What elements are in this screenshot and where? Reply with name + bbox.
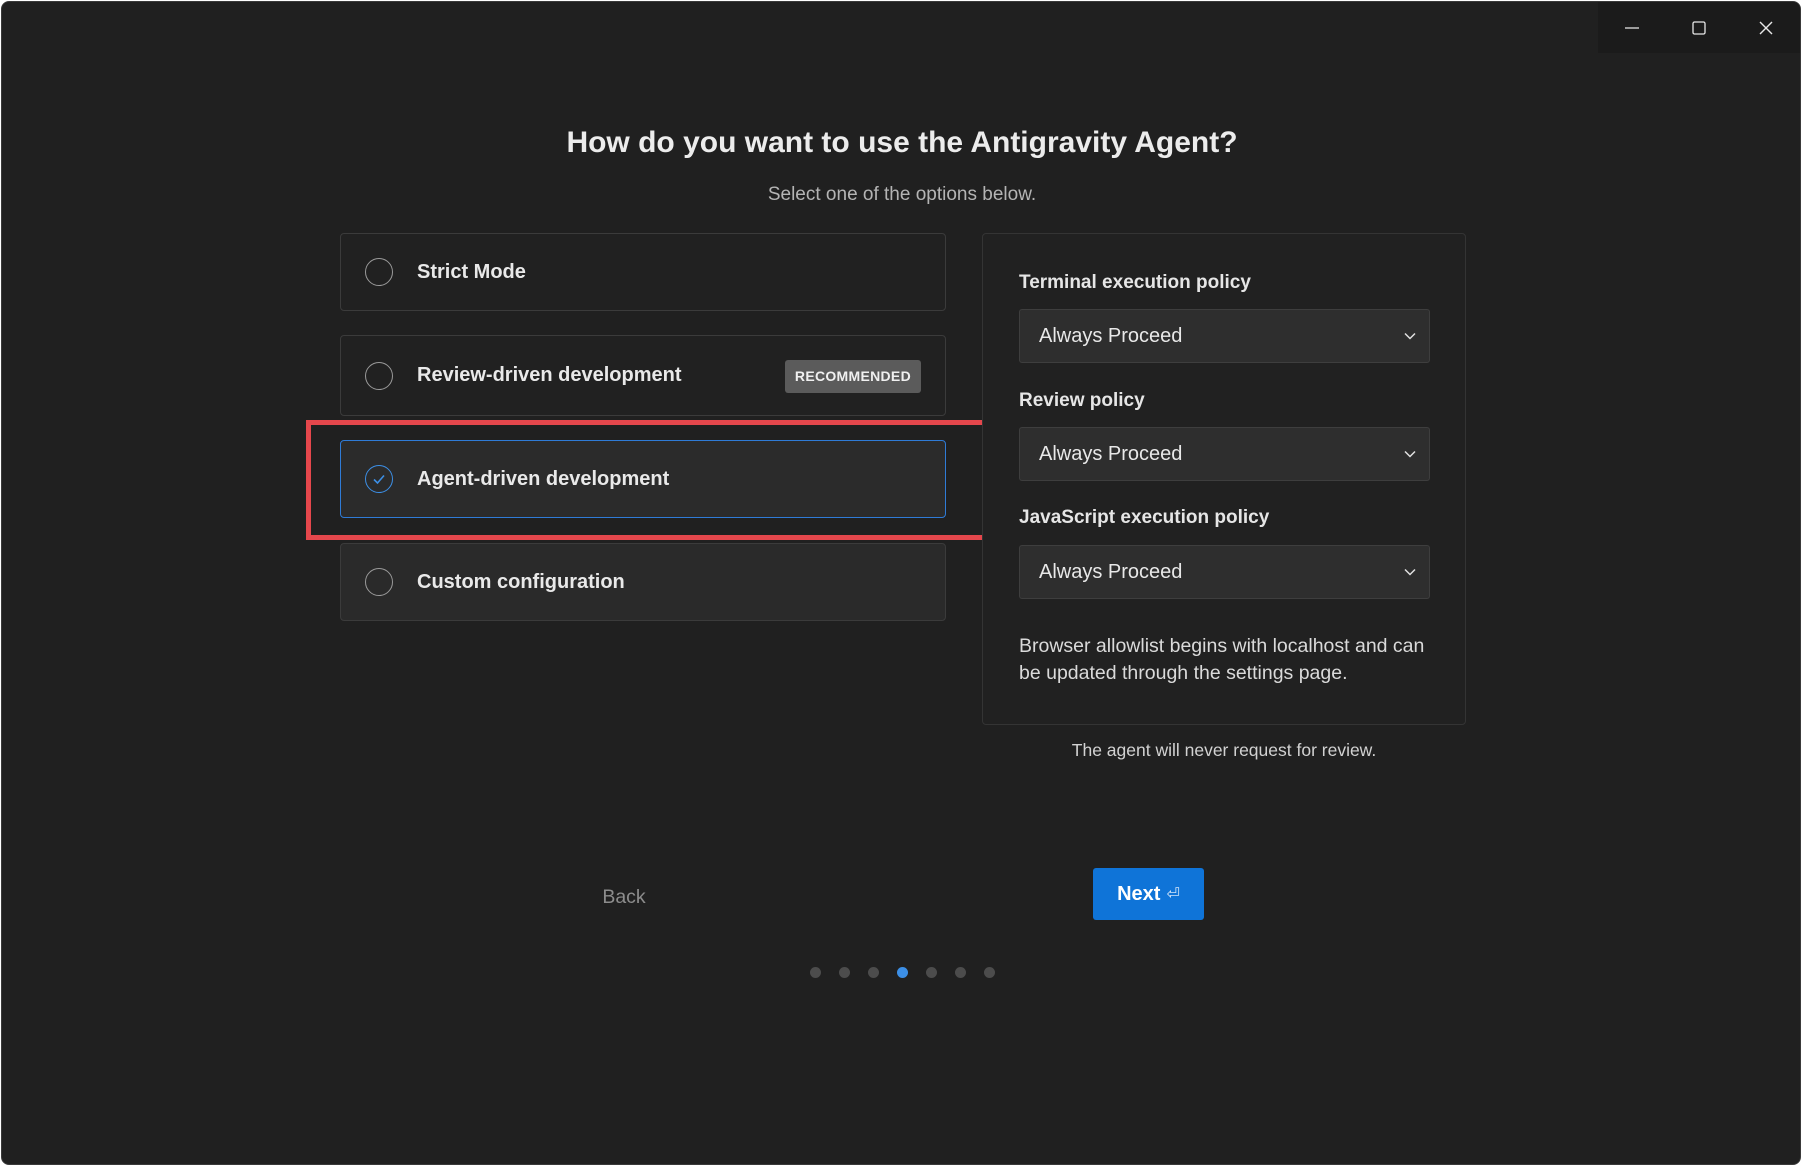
step-dot[interactable] [926,967,937,978]
option-agent-driven[interactable]: Agent-driven development [340,440,946,518]
back-button[interactable]: Back [562,880,686,914]
settings-panel: Terminal execution policy Always Proceed… [982,233,1466,725]
chevron-down-icon [1404,332,1416,340]
enter-key-icon: ⏎ [1166,886,1180,903]
review-policy-label: Review policy [1019,390,1145,411]
next-button[interactable]: Next ⏎ [1093,868,1204,920]
close-button[interactable] [1732,2,1799,53]
page-title: How do you want to use the Antigravity A… [566,126,1238,159]
step-dot[interactable] [839,967,850,978]
option-label: Agent-driven development [417,467,670,490]
maximize-icon [1691,20,1706,35]
option-label: Custom configuration [417,570,625,593]
chevron-down-icon [1404,450,1416,458]
javascript-policy-select[interactable]: Always Proceed [1019,545,1430,599]
javascript-policy-value: Always Proceed [1039,560,1183,583]
mode-description: The agent will never request for review. [1071,740,1377,760]
recommended-badge: RECOMMENDED [784,359,921,393]
step-dot[interactable] [955,967,966,978]
maximize-button[interactable] [1665,2,1732,53]
window-caption-controls [1598,2,1800,53]
chevron-down-icon [1404,568,1416,576]
javascript-policy-label: JavaScript execution policy [1019,507,1270,528]
radio-unchecked-icon[interactable] [365,361,393,390]
radio-unchecked-icon[interactable] [365,568,393,596]
next-button-label: Next [1117,882,1161,905]
close-icon [1759,21,1772,34]
step-dot[interactable] [868,967,879,978]
review-policy-select[interactable]: Always Proceed [1019,427,1430,481]
browser-allowlist-note: Browser allowlist begins with localhost … [1019,635,1425,684]
option-review-driven[interactable]: Review-driven development RECOMMENDED [340,335,946,416]
review-policy-value: Always Proceed [1039,442,1183,465]
minimize-button[interactable] [1598,2,1665,53]
step-indicator [810,967,1013,978]
step-dot[interactable] [810,967,821,978]
minimize-icon [1624,26,1639,29]
option-custom-configuration[interactable]: Custom configuration [340,543,946,621]
terminal-policy-select[interactable]: Always Proceed [1019,309,1430,363]
radio-checked-icon[interactable] [365,465,393,493]
step-dot-active[interactable] [897,967,908,978]
radio-unchecked-icon[interactable] [365,258,393,286]
page-subtitle: Select one of the options below. [767,184,1037,205]
step-dot[interactable] [984,967,995,978]
checkmark-icon [373,474,385,485]
option-label: Strict Mode [417,260,526,283]
terminal-policy-value: Always Proceed [1039,324,1183,347]
option-label: Review-driven development [417,364,682,386]
app-window: How do you want to use the Antigravity A… [1,1,1801,1165]
option-strict-mode[interactable]: Strict Mode [340,233,946,311]
terminal-policy-label: Terminal execution policy [1019,272,1251,293]
